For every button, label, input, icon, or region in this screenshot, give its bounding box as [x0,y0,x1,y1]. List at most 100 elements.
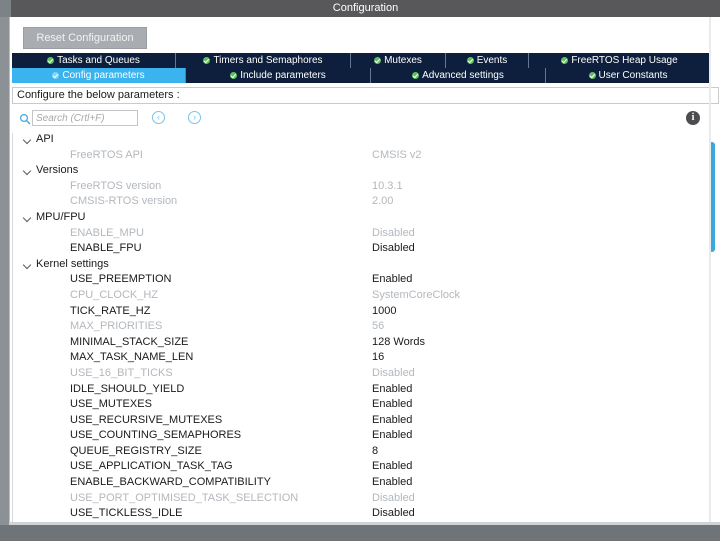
window-title-bar: Configuration [11,0,720,17]
parameter-row[interactable]: CMSIS-RTOS version 2.00 [13,195,720,211]
parameter-value[interactable]: 16 [372,351,384,363]
parameter-row[interactable]: USE_MUTEXES Enabled [13,398,720,414]
parameter-name: USE_RECURSIVE_MUTEXES [70,414,222,426]
chevron-down-icon[interactable] [24,137,31,144]
parameter-row[interactable]: QUEUE_REGISTRY_SIZE8 [13,445,720,461]
parameter-row[interactable]: TICK_RATE_HZ1000 [13,305,720,321]
parameter-value[interactable]: 128 Words [372,336,425,348]
info-icon[interactable]: i [686,111,700,125]
parameter-value[interactable]: Disabled [372,367,415,379]
parameter-row[interactable]: USE_COUNTING_SEMAPHORESEnabled [13,429,720,445]
window-bottom-bar [0,525,720,541]
parameter-name: USE_PORT_OPTIMISED_TASK_SELECTION [70,492,298,504]
window-title: Configuration [333,2,398,14]
parameter-name: ENABLE_MPU [70,227,144,239]
search-toolbar: ‹ › i [10,107,720,133]
tab-label: Timers and Semaphores [213,55,322,66]
tab-advanced-settings[interactable]: Advanced settings [371,68,546,83]
parameter-value[interactable]: 8 [372,445,378,457]
parameter-group-label: Versions [36,164,78,176]
check-icon [203,57,210,64]
tab-label: FreeRTOS Heap Usage [571,55,677,66]
parameter-row[interactable]: FreeRTOS version 10.3.1 [13,180,720,196]
parameter-value[interactable]: Disabled [372,242,415,254]
check-icon [52,72,59,79]
parameter-value[interactable]: 10.3.1 [372,180,403,192]
parameter-value[interactable]: Enabled [372,383,412,395]
parameter-row[interactable]: MINIMAL_STACK_SIZE128 Words [13,336,720,352]
parameter-name: FreeRTOS version [70,180,161,192]
parameter-group-header[interactable]: Kernel settings [13,258,720,274]
parameter-value[interactable]: Enabled [372,460,412,472]
parameter-value[interactable]: Enabled [372,273,412,285]
tab-timers-and-semaphores[interactable]: Timers and Semaphores [176,53,351,68]
parameter-name: USE_PREEMPTION [70,273,171,285]
parameter-value[interactable]: 2.00 [372,195,393,207]
parameter-row[interactable]: ENABLE_MPU Disabled [13,227,720,243]
check-icon [374,57,381,64]
tab-include-parameters[interactable]: Include parameters [186,68,371,83]
parameter-row[interactable]: USE_16_BIT_TICKSDisabled [13,367,720,383]
search-next-button[interactable]: › [188,111,201,124]
configuration-panel: Reset Configuration Tasks and Queues Time… [9,17,720,525]
parameter-value[interactable]: Disabled [372,507,415,519]
tab-user-constants[interactable]: User Constants [546,68,711,83]
parameter-group-label: API [36,133,54,145]
parameter-value[interactable]: Enabled [372,414,412,426]
parameter-group-label: Kernel settings [36,258,109,270]
tab-events[interactable]: Events [446,53,529,68]
search-icon [19,113,31,125]
tab-config-parameters[interactable]: Config parameters [12,68,186,83]
tab-freertos-heap-usage[interactable]: FreeRTOS Heap Usage [529,53,711,68]
parameter-value[interactable]: Enabled [372,398,412,410]
search-input[interactable] [32,110,138,126]
chevron-down-icon[interactable] [24,168,31,175]
parameter-row[interactable]: USE_TICKLESS_IDLEDisabled [13,507,720,522]
chevron-down-icon[interactable] [24,262,31,269]
parameter-row[interactable]: USE_RECURSIVE_MUTEXES Enabled [13,414,720,430]
tab-row-primary: Tasks and Queues Timers and Semaphores Mut… [10,53,720,68]
parameter-row[interactable]: CPU_CLOCK_HZSystemCoreClock [13,289,720,305]
window-left-strip [0,0,11,17]
parameter-value[interactable]: 56 [372,320,384,332]
tab-label: Tasks and Queues [57,55,140,66]
tab-label: Config parameters [62,70,144,81]
parameter-name: MAX_PRIORITIES [70,320,162,332]
parameter-name: MAX_TASK_NAME_LEN [70,351,193,363]
parameter-value[interactable]: SystemCoreClock [372,289,460,301]
parameter-list: APIFreeRTOS APICMSIS v2VersionsFreeRTOS … [12,133,720,522]
parameter-row[interactable]: ENABLE_BACKWARD_COMPATIBILITYEnabled [13,476,720,492]
parameter-value[interactable]: 1000 [372,305,396,317]
parameter-row[interactable]: USE_APPLICATION_TASK_TAGEnabled [13,460,720,476]
tab-tasks-and-queues[interactable]: Tasks and Queues [12,53,176,68]
parameter-row[interactable]: MAX_TASK_NAME_LEN 16 [13,351,720,367]
parameter-value[interactable]: Enabled [372,476,412,488]
reset-configuration-button[interactable]: Reset Configuration [23,27,147,49]
parameter-row[interactable]: USE_PREEMPTION Enabled [13,273,720,289]
parameter-name: CMSIS-RTOS version [70,195,177,207]
parameter-group-header[interactable]: API [13,133,720,149]
parameter-row[interactable]: USE_PORT_OPTIMISED_TASK_SELECTION Disable… [13,492,720,508]
check-icon [589,72,596,79]
check-icon [561,57,568,64]
search-prev-button[interactable]: ‹ [152,111,165,124]
parameter-group-header[interactable]: MPU/FPU [13,211,720,227]
parameter-row[interactable]: IDLE_SHOULD_YIELDEnabled [13,383,720,399]
parameter-name: USE_MUTEXES [70,398,152,410]
parameter-value[interactable]: Enabled [372,429,412,441]
description-bar: Configure the below parameters : [12,87,719,104]
tab-label: User Constants [599,70,668,81]
parameter-row[interactable]: MAX_PRIORITIES 56 [13,320,720,336]
parameter-name: FreeRTOS API [70,149,143,161]
tab-label: Include parameters [240,70,326,81]
check-icon [467,57,474,64]
parameter-row[interactable]: ENABLE_FPU Disabled [13,242,720,258]
parameter-value[interactable]: Disabled [372,227,415,239]
parameter-name: ENABLE_FPU [70,242,142,254]
parameter-group-header[interactable]: Versions [13,164,720,180]
parameter-value[interactable]: CMSIS v2 [372,149,422,161]
parameter-value[interactable]: Disabled [372,492,415,504]
parameter-row[interactable]: FreeRTOS API CMSIS v2 [13,149,720,165]
tab-mutexes[interactable]: Mutexes [351,53,446,68]
chevron-down-icon[interactable] [24,215,31,222]
